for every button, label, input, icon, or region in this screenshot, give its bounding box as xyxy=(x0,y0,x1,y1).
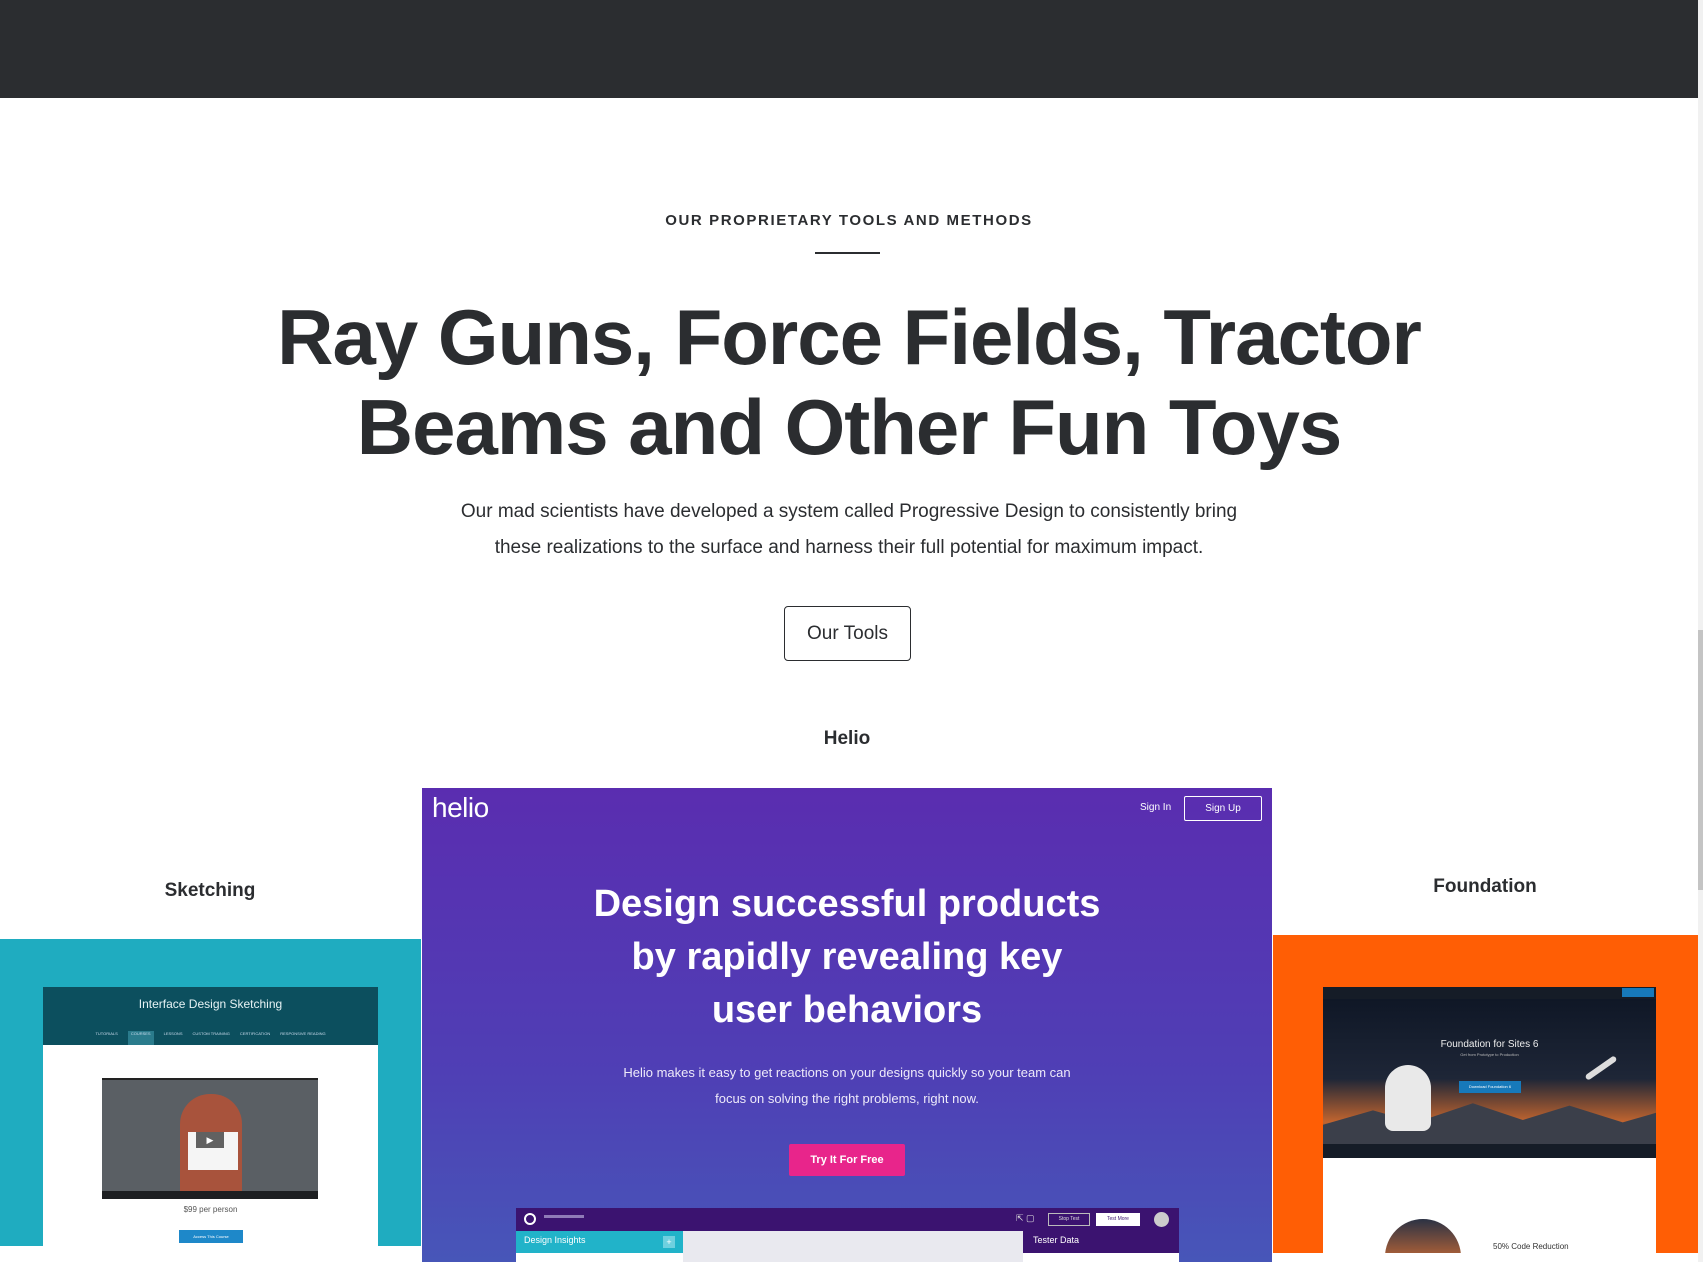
sketching-nav-item: CUSTOM TRAINING xyxy=(192,1031,230,1036)
helio-app-toolbar: ⇱ ▢ Stop Test Test More xyxy=(516,1208,1179,1231)
sketching-nav-item: CERTIFICATION xyxy=(239,1031,271,1036)
foundation-label: Foundation xyxy=(1433,876,1537,897)
foundation-shot-hero: Foundation for Sites 6 Get from Prototyp… xyxy=(1323,999,1656,1144)
helio-app-tester-data: Tester Data xyxy=(1023,1231,1179,1253)
foundation-shot-tabs xyxy=(1323,1144,1656,1158)
play-icon: ▶ xyxy=(196,1132,224,1148)
helio-headline-line-1: Design successful products xyxy=(593,883,1101,925)
helio-app-test-more-button: Test More xyxy=(1096,1213,1140,1226)
foundation-stat: 50% Code Reduction xyxy=(1493,1242,1569,1251)
helio-label: Helio xyxy=(823,728,871,749)
helio-sign-up-button: Sign Up xyxy=(1184,796,1262,821)
helio-app-canvas xyxy=(683,1231,1023,1262)
plus-icon: + xyxy=(663,1236,675,1248)
section-eyebrow: OUR PROPRIETARY TOOLS AND METHODS xyxy=(665,212,1033,229)
robot-mascot-image xyxy=(1385,1065,1431,1131)
headline-line-1: Ray Guns, Force Fields, Tractor xyxy=(277,293,1422,381)
section-headline: Ray Guns, Force Fields, Tractor Beams an… xyxy=(200,292,1498,472)
section-lead-text: Our mad scientists have developed a syst… xyxy=(420,494,1278,566)
sketching-nav-item: TUTORIALS xyxy=(95,1031,118,1036)
rocket-image xyxy=(1584,1055,1618,1081)
sketching-video-thumbnail: ▶ xyxy=(102,1078,318,1199)
helio-subtext: Helio makes it easy to get reactions on … xyxy=(592,1060,1102,1112)
helio-subtext-line-2: focus on solving the right problems, rig… xyxy=(715,1091,979,1106)
foundation-card[interactable]: Foundation for Sites 6 Get from Prototyp… xyxy=(1273,935,1698,1253)
helio-app-stop-test-button: Stop Test xyxy=(1048,1213,1090,1226)
sketching-card[interactable]: Interface Design Sketching TUTORIALS COU… xyxy=(0,939,421,1246)
helio-app-logo-icon xyxy=(524,1213,536,1225)
foundation-shot-title: Foundation for Sites 6 xyxy=(1440,1039,1539,1050)
video-controls-bar xyxy=(102,1191,318,1199)
foundation-screenshot: Foundation for Sites 6 Get from Prototyp… xyxy=(1323,987,1656,1253)
foundation-download-button: Download Foundation 6 xyxy=(1459,1081,1521,1093)
share-icon: ⇱ ▢ xyxy=(1016,1213,1035,1223)
page-scrollbar-thumb[interactable] xyxy=(1698,630,1703,890)
headline-line-2: Beams and Other Fun Toys xyxy=(356,383,1342,471)
sketching-shot-nav: TUTORIALS COURSES LESSONS CUSTOM TRAININ… xyxy=(43,1031,378,1045)
mountains-image xyxy=(1323,1103,1656,1144)
helio-try-free-button: Try It For Free xyxy=(789,1144,905,1176)
helio-card[interactable]: helio Sign In Sign Up Design successful … xyxy=(422,788,1272,1262)
sketching-nav-item: LESSONS xyxy=(163,1031,183,1036)
top-navigation-bar xyxy=(0,0,1698,98)
helio-headline: Design successful products by rapidly re… xyxy=(422,878,1272,1037)
lead-line-2: these realizations to the surface and ha… xyxy=(494,537,1204,558)
helio-headline-line-2: by rapidly revealing key xyxy=(631,936,1063,978)
avatar xyxy=(1154,1212,1169,1227)
sketching-shot-title: Interface Design Sketching xyxy=(43,987,378,1031)
eyebrow-divider xyxy=(815,252,880,254)
sketching-price: $99 per person xyxy=(183,1205,238,1214)
foundation-nav-cta xyxy=(1622,988,1654,997)
helio-headline-line-3: user behaviors xyxy=(711,989,983,1031)
lead-line-1: Our mad scientists have developed a syst… xyxy=(460,501,1238,522)
sketching-nav-item: RESPONSIVE READING xyxy=(280,1031,326,1036)
foundation-shot-nav xyxy=(1323,987,1656,999)
helio-logo: helio xyxy=(432,792,489,823)
helio-app-design-insights: Design Insights xyxy=(516,1231,683,1253)
foundation-illustration xyxy=(1385,1219,1461,1253)
sketching-screenshot: Interface Design Sketching TUTORIALS COU… xyxy=(43,987,378,1246)
foundation-shot-subtitle: Get from Prototype to Production xyxy=(1460,1052,1519,1057)
helio-subtext-line-1: Helio makes it easy to get reactions on … xyxy=(623,1065,1071,1080)
helio-sign-in-link: Sign In xyxy=(1140,802,1172,813)
sketching-nav-item: COURSES xyxy=(127,1031,154,1045)
sketching-label: Sketching xyxy=(164,880,256,901)
helio-app-title-placeholder xyxy=(544,1215,584,1218)
sketching-access-button: Access This Course xyxy=(179,1230,243,1243)
helio-app-preview: ⇱ ▢ Stop Test Test More Design Insights … xyxy=(516,1208,1179,1262)
our-tools-button[interactable]: Our Tools xyxy=(784,606,911,661)
